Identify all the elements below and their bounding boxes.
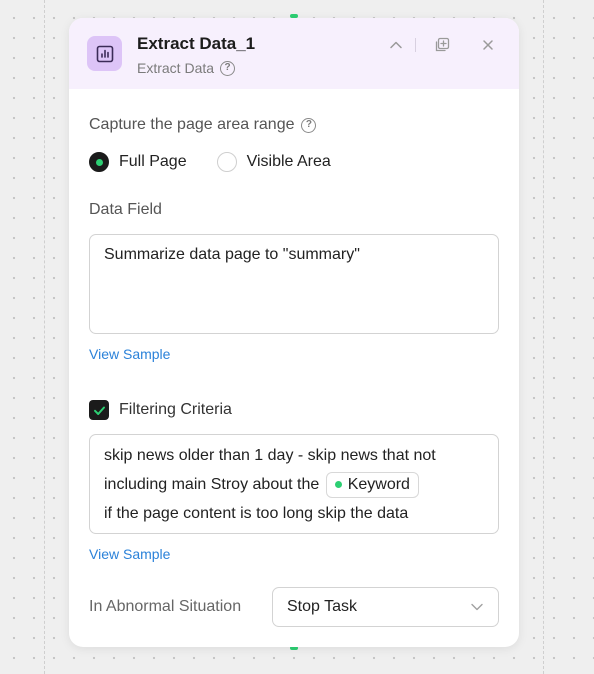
filtering-criteria-toggle[interactable]: Filtering Criteria [89,400,232,420]
filtering-criteria-input[interactable]: skip news older than 1 day - skip news t… [89,434,499,534]
node-type-label: Extract Data [137,60,215,76]
capture-range-label: Capture the page area range ? [89,116,317,134]
filter-text-line: including main Stroy about the Keyword [104,470,484,499]
duplicate-icon [435,37,450,52]
collapse-button[interactable] [387,36,405,54]
radio-visible-area[interactable]: Visible Area [216,152,331,172]
capture-range-text: Capture the page area range [89,116,295,133]
close-button[interactable] [479,36,497,54]
checkbox[interactable] [89,400,109,420]
data-field-input[interactable]: Summarize data page to "summary" [89,234,499,334]
keyword-chip-label: Keyword [347,475,410,493]
canvas-guide-right [543,0,544,674]
header-divider [415,38,416,52]
extract-data-node[interactable]: Extract Data_1 Extract Data ? Capture th… [69,18,519,647]
radio-button[interactable] [89,152,109,172]
help-icon[interactable]: ? [301,117,317,133]
view-sample-link[interactable]: View Sample [89,346,170,362]
data-field-text: Data Field [89,201,162,218]
node-header: Extract Data_1 Extract Data ? [69,18,519,89]
check-icon [93,406,105,415]
capture-range-options: Full Page Visible Area [89,152,361,172]
filter-text-line: if the page content is too long skip the… [104,505,409,522]
radio-label: Visible Area [246,153,331,170]
keyword-variable-chip[interactable]: Keyword [325,471,419,498]
radio-button[interactable] [216,152,237,172]
abnormal-situation-label: In Abnormal Situation [89,598,242,615]
radio-label: Full Page [119,153,187,170]
chart-icon [87,36,122,71]
canvas-guide-left [44,0,45,674]
data-field-label: Data Field [89,201,162,219]
filtering-criteria-label: Filtering Criteria [119,401,232,418]
help-icon[interactable]: ? [220,60,236,76]
duplicate-button[interactable] [433,36,451,54]
node-title[interactable]: Extract Data_1 [137,34,255,54]
radio-full-page[interactable]: Full Page [89,152,187,172]
node-subtitle: Extract Data ? [137,60,236,76]
filter-text: including main Stroy about the [104,476,320,493]
view-sample-link[interactable]: View Sample [89,546,170,562]
filter-text-line: skip news older than 1 day - skip news t… [104,447,436,464]
variable-dot-icon [334,481,342,489]
abnormal-situation-select[interactable]: Stop Task [272,587,499,627]
select-value: Stop Task [287,598,357,615]
chevron-down-icon [471,603,483,611]
chevron-up-icon [390,41,402,49]
close-icon [483,40,493,50]
